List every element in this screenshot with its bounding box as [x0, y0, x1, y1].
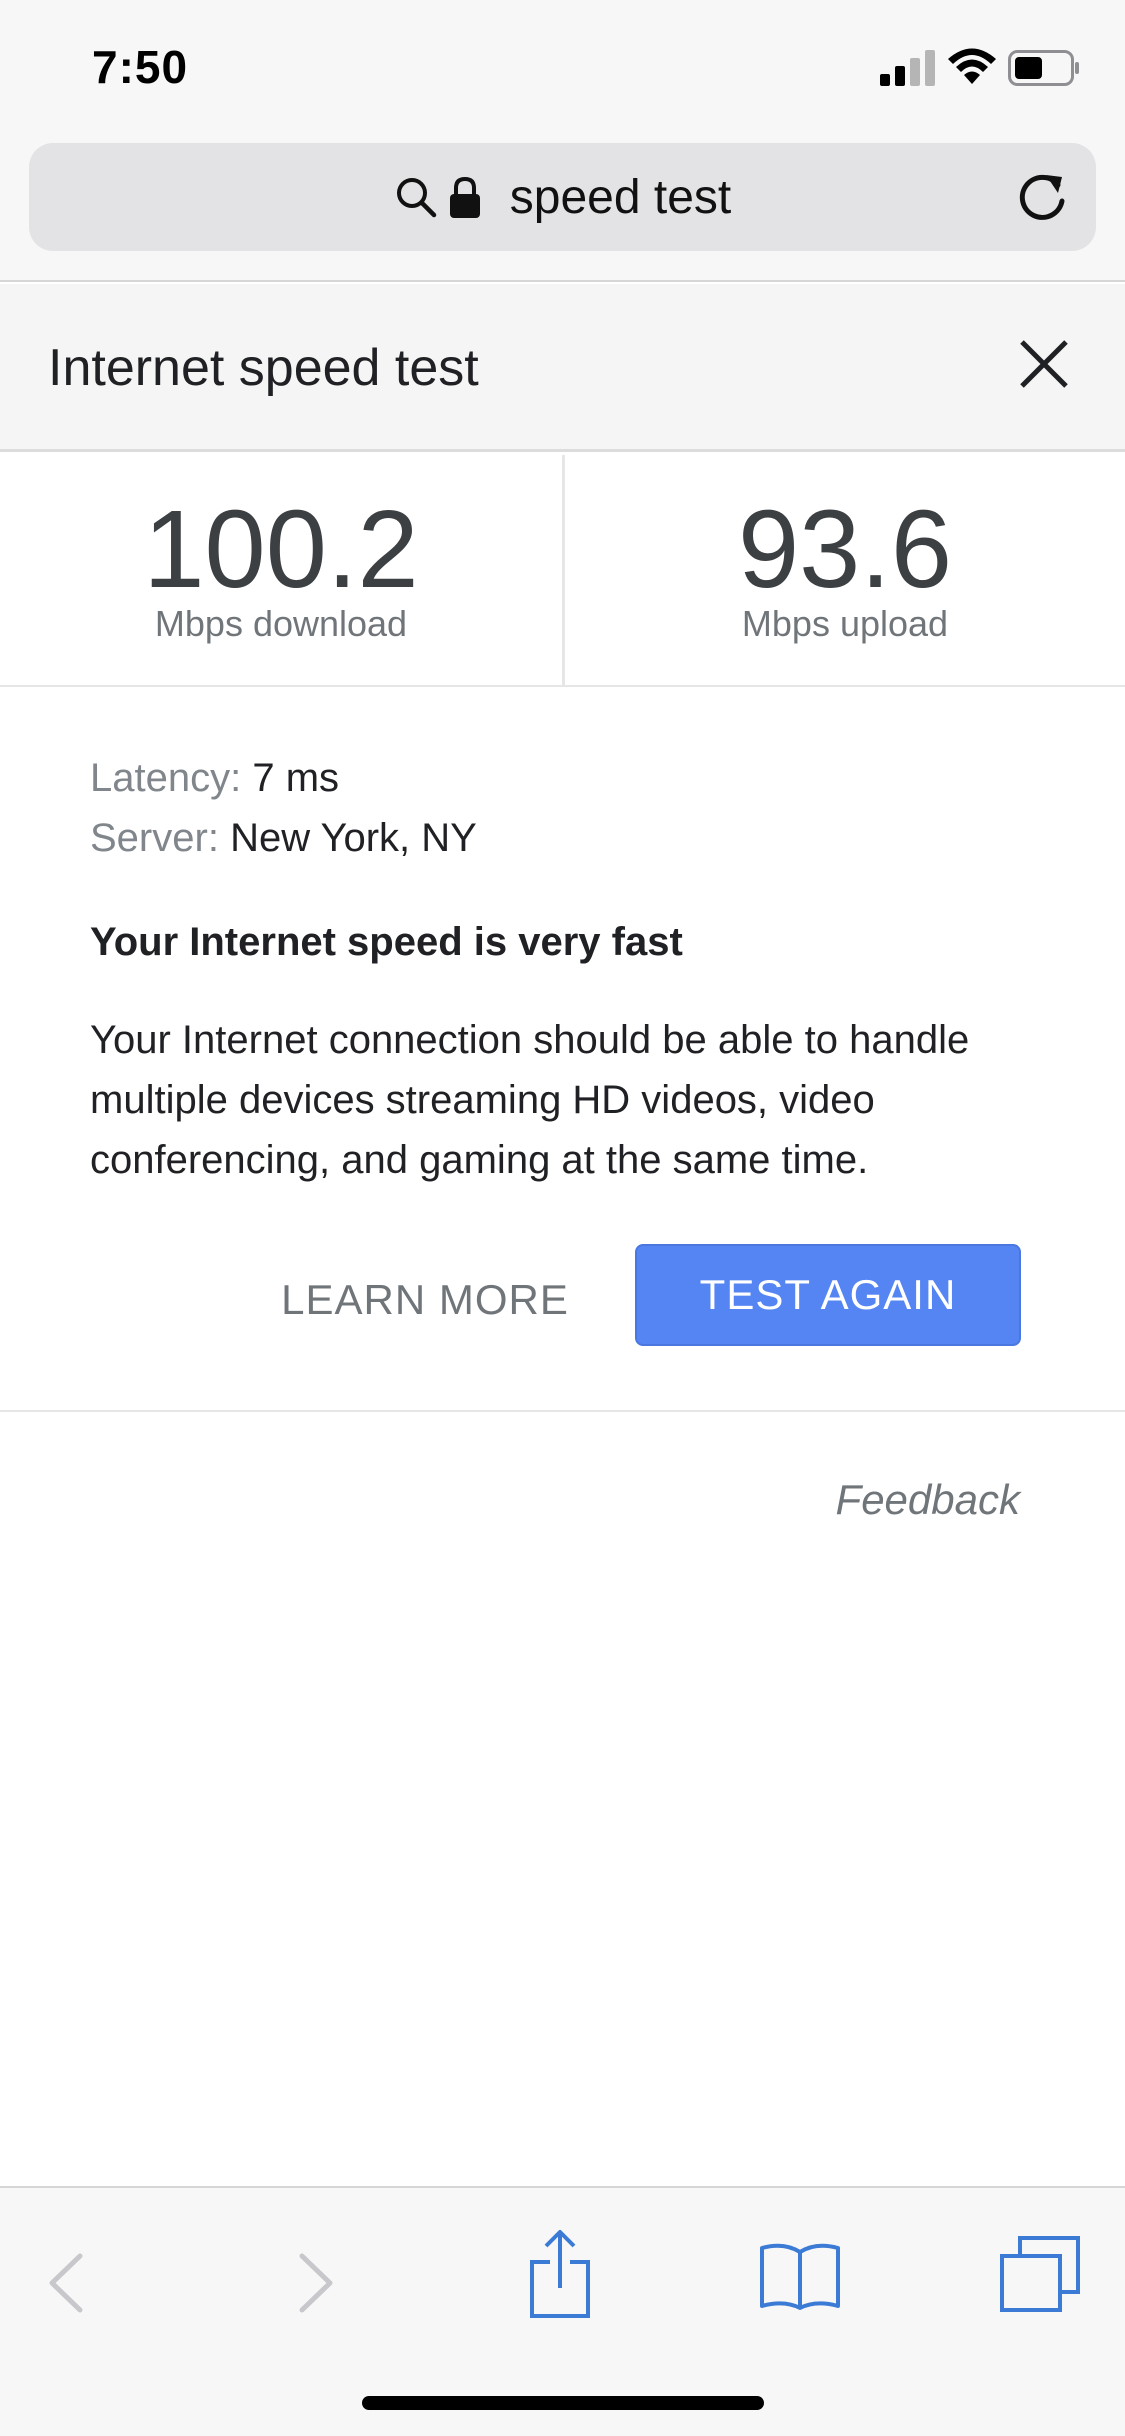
- server-line: Server: New York, NY: [90, 816, 477, 861]
- address-bar[interactable]: speed test: [29, 143, 1096, 251]
- upload-value: 93.6: [737, 488, 953, 611]
- battery-icon: [1008, 50, 1079, 86]
- download-label: Mbps download: [154, 603, 408, 644]
- server-value: New York, NY: [230, 816, 477, 860]
- learn-more-button[interactable]: LEARN MORE: [260, 1250, 590, 1350]
- test-again-button[interactable]: TEST AGAIN: [635, 1244, 1021, 1346]
- close-icon[interactable]: [1016, 336, 1072, 392]
- tabs-icon[interactable]: [998, 2234, 1082, 2314]
- download-value: 100.2: [143, 488, 419, 611]
- feedback-link[interactable]: Feedback: [836, 1476, 1020, 1524]
- share-icon[interactable]: [528, 2228, 592, 2320]
- reload-icon[interactable]: [1012, 167, 1072, 227]
- speed-description: Your Internet connection should be able …: [90, 1018, 970, 1182]
- download-result: 100.2 Mbps download: [0, 455, 562, 687]
- home-indicator: [362, 2396, 764, 2410]
- section-divider: [0, 1410, 1125, 1412]
- browser-screen: 7:50 speed test Internet speed test 100.…: [0, 0, 1125, 2436]
- latency-key: Latency:: [90, 756, 242, 800]
- latency-value: 7 ms: [252, 756, 340, 800]
- search-icon: [396, 178, 436, 218]
- upload-result: 93.6 Mbps upload: [564, 455, 1125, 687]
- lock-icon: [449, 176, 480, 218]
- wifi-icon: [948, 48, 996, 84]
- status-time: 7:50: [92, 41, 189, 93]
- speed-test-header: Internet speed test: [0, 284, 1125, 452]
- browser-top-chrome: 7:50 speed test: [0, 0, 1125, 282]
- address-bar-text: speed test: [509, 170, 732, 224]
- cellular-signal-icon: [880, 50, 935, 86]
- speed-test-title: Internet speed test: [48, 339, 479, 397]
- speed-verdict: Your Internet speed is very fast: [90, 920, 683, 964]
- server-key: Server:: [90, 816, 219, 860]
- bookmarks-icon[interactable]: [758, 2240, 842, 2312]
- latency-line: Latency: 7 ms: [90, 756, 339, 801]
- forward-icon[interactable]: [292, 2250, 340, 2316]
- upload-label: Mbps upload: [741, 603, 949, 644]
- back-icon[interactable]: [42, 2250, 90, 2316]
- speed-results: 100.2 Mbps download 93.6 Mbps upload: [0, 455, 1125, 687]
- address-bar-content: speed test: [29, 143, 1096, 251]
